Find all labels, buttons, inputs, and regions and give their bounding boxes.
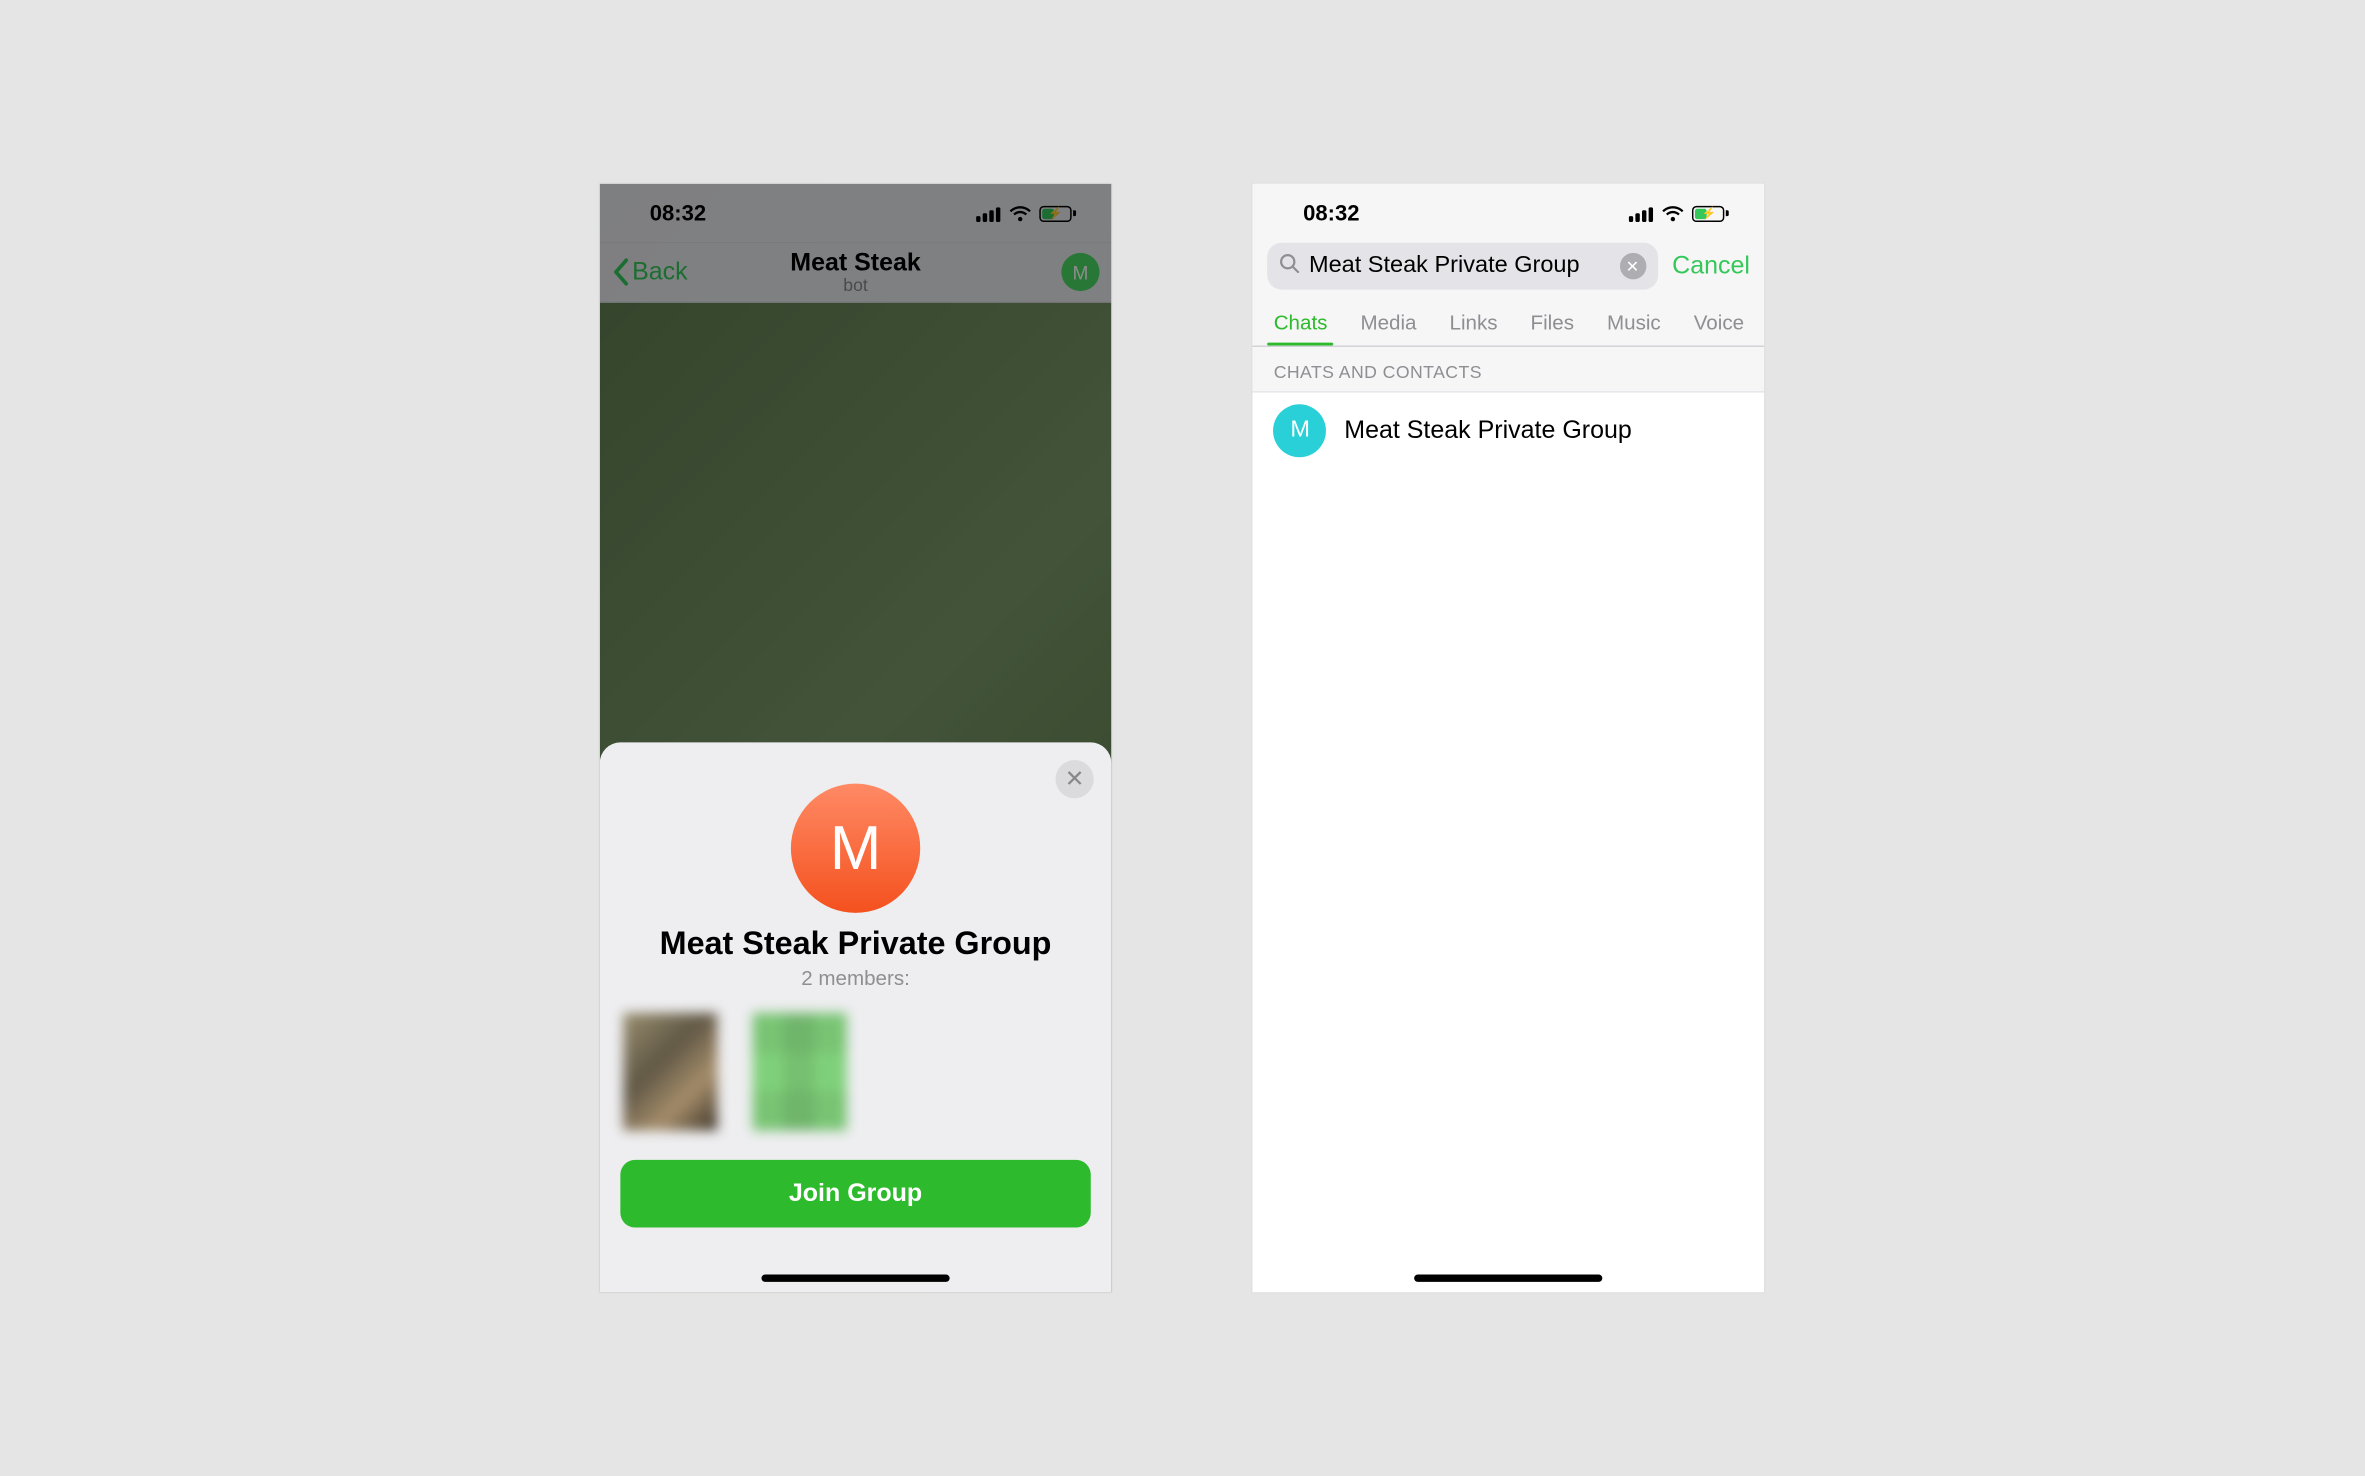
- section-header: CHATS AND CONTACTS: [1253, 347, 1765, 393]
- tab-links[interactable]: Links: [1447, 301, 1501, 345]
- tab-chats[interactable]: Chats: [1271, 301, 1331, 345]
- tab-files[interactable]: Files: [1528, 301, 1577, 345]
- wifi-icon: [1662, 205, 1686, 221]
- search-tabs: Chats Media Links Files Music Voice: [1253, 301, 1765, 347]
- join-group-button[interactable]: Join Group: [621, 1160, 1091, 1228]
- join-group-label: Join Group: [789, 1179, 922, 1208]
- result-avatar: M: [1274, 404, 1327, 457]
- battery-icon: ⚡: [1693, 205, 1730, 221]
- member-avatar-blurred: [753, 1013, 847, 1131]
- search-icon: [1280, 253, 1301, 279]
- members-count: 2 members:: [621, 966, 1091, 990]
- search-row: Meat Steak Private Group ✕ Cancel: [1253, 243, 1765, 302]
- tab-voice[interactable]: Voice: [1691, 301, 1747, 345]
- close-button[interactable]: ✕: [1056, 760, 1094, 798]
- screenshot-pair: 08:32 ⚡ Back Meat Steak bot: [600, 184, 1765, 1292]
- member-avatar-blurred: [624, 1013, 718, 1131]
- status-bar: 08:32 ⚡: [1253, 184, 1765, 243]
- home-indicator[interactable]: [762, 1275, 950, 1282]
- group-title: Meat Steak Private Group: [621, 925, 1091, 963]
- search-result-row[interactable]: M Meat Steak Private Group: [1253, 393, 1765, 469]
- tab-music[interactable]: Music: [1604, 301, 1664, 345]
- cancel-button[interactable]: Cancel: [1672, 251, 1750, 280]
- close-icon: ✕: [1065, 764, 1085, 793]
- group-avatar: M: [791, 784, 920, 913]
- result-name: Meat Steak Private Group: [1345, 416, 1633, 445]
- tab-media[interactable]: Media: [1358, 301, 1420, 345]
- member-avatars: [621, 1013, 1091, 1131]
- join-group-sheet: ✕ M Meat Steak Private Group 2 members: …: [600, 742, 1112, 1292]
- search-input[interactable]: Meat Steak Private Group ✕: [1268, 243, 1658, 290]
- home-indicator[interactable]: [1415, 1275, 1603, 1282]
- clear-icon: ✕: [1626, 257, 1640, 276]
- cellular-icon: [1630, 205, 1655, 221]
- phone-join-group: 08:32 ⚡ Back Meat Steak bot: [600, 184, 1112, 1292]
- clear-search-button[interactable]: ✕: [1620, 253, 1646, 279]
- status-icons: ⚡: [1630, 205, 1730, 221]
- phone-search: 08:32 ⚡ Meat Steak Private Group: [1253, 184, 1765, 1292]
- search-value: Meat Steak Private Group: [1309, 253, 1610, 279]
- status-time: 08:32: [1303, 201, 1359, 226]
